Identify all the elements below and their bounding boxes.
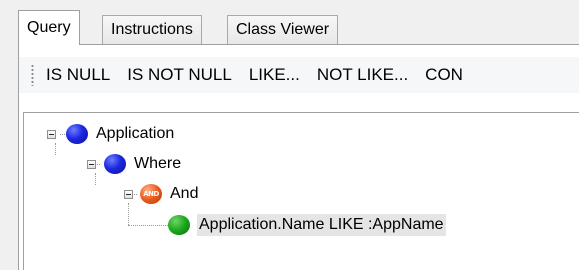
tree-node-application[interactable]: Application xyxy=(94,123,176,145)
tree-connector xyxy=(128,203,129,225)
query-tree: Application Where AND And Application.Na… xyxy=(23,112,579,270)
green-circle-icon xyxy=(168,215,190,235)
tab-instructions-label: Instructions xyxy=(111,21,193,38)
query-editor-window: Query Instructions Class Viewer IS NULL … xyxy=(0,0,579,270)
toolbar-grip-handle[interactable] xyxy=(31,64,34,86)
tab-query[interactable]: Query xyxy=(18,10,80,45)
tab-strip: Query Instructions Class Viewer xyxy=(0,0,579,46)
query-tab-panel: IS NULL IS NOT NULL LIKE... NOT LIKE... … xyxy=(18,45,579,270)
is-not-null-button[interactable]: IS NOT NULL xyxy=(127,65,232,85)
tree-connector xyxy=(55,143,56,155)
tree-node-where[interactable]: Where xyxy=(132,153,183,175)
tree-node-and[interactable]: And xyxy=(168,183,200,205)
like-button[interactable]: LIKE... xyxy=(249,65,300,85)
and-operator-icon: AND xyxy=(140,184,162,204)
tab-class-viewer-label: Class Viewer xyxy=(236,21,330,38)
not-like-button[interactable]: NOT LIKE... xyxy=(317,65,408,85)
collapse-toggle-application[interactable] xyxy=(47,130,56,139)
tree-connector xyxy=(128,225,168,226)
tree-node-condition[interactable]: Application.Name LIKE :AppName xyxy=(197,214,446,236)
operator-toolbar: IS NULL IS NOT NULL LIKE... NOT LIKE... … xyxy=(19,57,579,93)
tree-connector xyxy=(95,173,96,185)
blue-circle-icon xyxy=(66,124,88,144)
tab-class-viewer[interactable]: Class Viewer xyxy=(227,15,339,44)
collapse-toggle-where[interactable] xyxy=(87,160,96,169)
blue-circle-icon xyxy=(104,154,126,174)
is-null-button[interactable]: IS NULL xyxy=(46,65,110,85)
tab-instructions[interactable]: Instructions xyxy=(102,15,202,44)
collapse-toggle-and[interactable] xyxy=(124,190,133,199)
contains-button[interactable]: CON xyxy=(425,65,463,85)
tab-query-label: Query xyxy=(27,19,71,36)
